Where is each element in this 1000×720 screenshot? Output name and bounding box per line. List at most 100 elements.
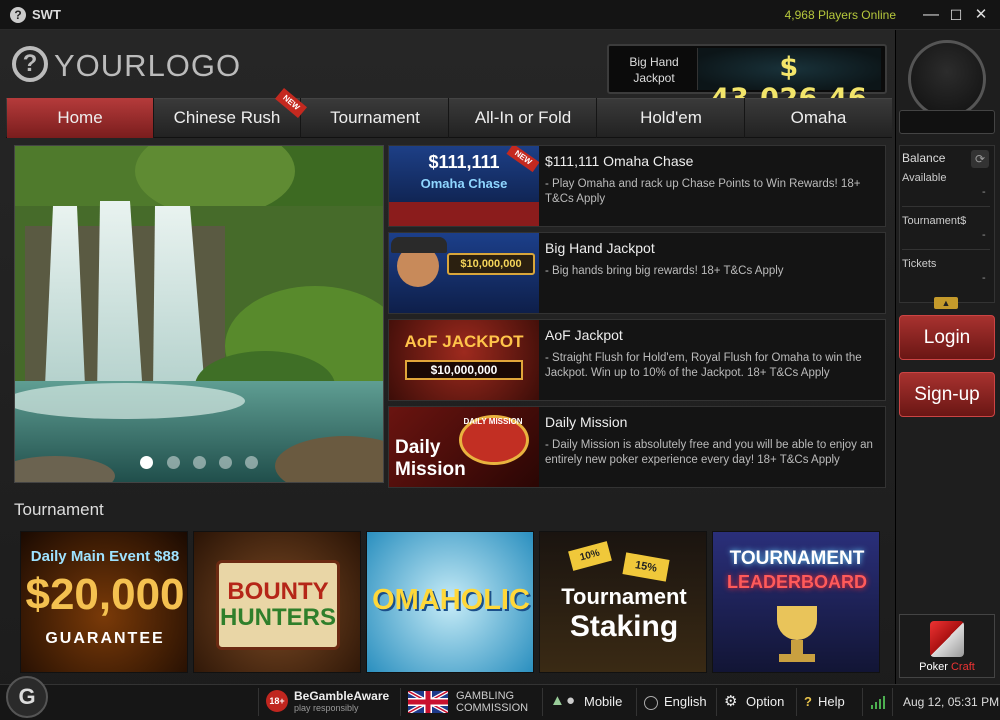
age-18-icon: 18+ [266, 690, 288, 712]
logo-mark-icon: ? [12, 46, 48, 82]
globe-icon [644, 696, 658, 710]
minimize-button[interactable]: — [920, 4, 942, 26]
divider [796, 688, 797, 716]
pokercraft-label: Poker Craft [919, 661, 975, 673]
tickets-value: - [982, 272, 986, 284]
card-text: $20,000 [25, 570, 185, 619]
promo-big-hand-thumb: $10,000,000 [389, 233, 539, 313]
card-text: LEADERBOARD [726, 572, 867, 592]
trophy-icon [777, 606, 817, 640]
card-text: BOUNTY [227, 578, 329, 605]
tournament-card-omaholic[interactable]: OMAHOLIC [366, 531, 534, 673]
username-box [899, 110, 995, 134]
maximize-button[interactable]: ☐ [945, 4, 967, 26]
login-button[interactable]: Login [899, 315, 995, 360]
promo-title: Daily Mission [545, 414, 628, 430]
carousel-dot-2[interactable] [167, 456, 180, 469]
gear-icon: ⚙ [724, 693, 738, 710]
close-button[interactable]: ✕ [970, 4, 992, 26]
tournament-card-leaderboard[interactable]: TOURNAMENT LEADERBOARD [712, 531, 880, 673]
language-selector[interactable]: English [664, 694, 707, 709]
divider [902, 206, 990, 207]
option-button[interactable]: Option [746, 694, 784, 709]
promo-desc: - Daily Mission is absolutely free and y… [545, 439, 873, 466]
begambleaware-sub: play responsibly [294, 703, 359, 713]
help-icon: ? [804, 694, 812, 709]
tickets-label: Tickets [902, 258, 937, 270]
promo-title: AoF Jackpot [545, 327, 623, 343]
promo-desc: - Straight Flush for Hold'em, Royal Flus… [545, 352, 862, 379]
tab-chinese-rush[interactable]: Chinese Rush [154, 98, 301, 138]
promo-title: $111,111 Omaha Chase [545, 153, 694, 169]
players-online: 4,968 Players Online [784, 8, 896, 22]
thumb-text: DAILY MISSION [463, 417, 523, 426]
android-icon: ▲ [550, 692, 565, 709]
carousel-dot-4[interactable] [219, 456, 232, 469]
thumb-text: AoF JACKPOT [404, 332, 524, 351]
promo-daily-mission-thumb: DAILY MISSION Daily Mission [389, 407, 539, 487]
balance-label: Balance [902, 151, 946, 165]
chevron-up-icon[interactable]: ▲ [934, 297, 958, 309]
refresh-icon[interactable]: ⟳ [971, 150, 989, 168]
uk-flag-icon[interactable] [408, 691, 448, 713]
jackpot-label: Big Hand Jackpot [629, 55, 679, 85]
help-button[interactable]: Help [818, 694, 845, 709]
divider [258, 688, 259, 716]
thumb-text: $10,000,000 [405, 360, 523, 380]
divider [542, 688, 543, 716]
thumb-text: Mission [395, 459, 466, 480]
banner-carousel[interactable] [14, 145, 384, 483]
thumb-text: Daily [395, 437, 441, 458]
available-label: Available [902, 172, 947, 184]
begambleaware-link[interactable]: BeGambleAware [294, 689, 389, 703]
thumb-text: Omaha Chase [420, 176, 508, 191]
card-text: HUNTERS [219, 604, 336, 631]
tab-all-in-or-fold[interactable]: All-In or Fold [450, 98, 597, 138]
tab-omaha[interactable]: Omaha [745, 98, 892, 138]
datetime: Aug 12, 05:31 PM [903, 695, 1000, 709]
waterfall-image [15, 146, 383, 482]
carousel-dot-1[interactable] [140, 456, 153, 469]
logo-text: YOURLOGO [54, 48, 242, 83]
pokercraft-icon [930, 621, 964, 657]
card-text: Tournament [561, 584, 687, 609]
card-text: 15% [622, 552, 670, 582]
divider [902, 249, 990, 250]
promo-desc: - Big hands bring big rewards! 18+ T&Cs … [545, 265, 784, 277]
card-text: Staking [569, 610, 679, 643]
tournament-card-daily-main-event[interactable]: Daily Main Event $88 $20,000 GUARANTEE [20, 531, 188, 673]
gambling-commission-text: COMMISSION [456, 702, 529, 714]
thumb-text: $10,000,000 [447, 253, 535, 275]
signup-button[interactable]: Sign-up [899, 372, 995, 417]
tournament-balance-value: - [982, 229, 986, 241]
tournament-heading: Tournament [14, 500, 104, 519]
brand-logo-icon[interactable]: G [6, 676, 48, 718]
divider [892, 688, 893, 716]
divider [716, 688, 717, 716]
promo-title: Big Hand Jackpot [545, 240, 655, 256]
carousel-dot-5[interactable] [245, 456, 258, 469]
divider [636, 688, 637, 716]
gambling-commission-text: GAMBLING [456, 690, 515, 702]
tab-holdem[interactable]: Hold'em [598, 98, 745, 138]
promo-desc: - Play Omaha and rack up Chase Points to… [545, 178, 861, 205]
avatar[interactable] [908, 40, 986, 118]
signal-icon [870, 694, 886, 710]
carousel-dot-3[interactable] [193, 456, 206, 469]
tab-home[interactable]: Home [7, 98, 154, 138]
tournament-card-staking[interactable]: 10% 15% Tournament Staking [539, 531, 707, 673]
mobile-link[interactable]: Mobile [584, 694, 622, 709]
promo-aof-thumb: AoF JACKPOT $10,000,000 [389, 320, 539, 400]
promo-omaha-chase-thumb: $111,111 Omaha Chase NEW [389, 146, 539, 226]
card-text: Daily Main Event $88 [30, 548, 180, 565]
available-value: - [982, 186, 986, 198]
window-title: SWT [32, 7, 61, 22]
divider [862, 688, 863, 716]
card-text: GUARANTEE [45, 630, 165, 647]
tab-tournament[interactable]: Tournament [302, 98, 449, 138]
tournament-balance-label: Tournament$ [902, 215, 967, 227]
card-text: TOURNAMENT [729, 548, 865, 569]
card-text: 10% [568, 541, 612, 571]
tournament-card-bounty-hunters[interactable]: BOUNTY HUNTERS [193, 531, 361, 673]
card-text: OMAHOLIC [372, 584, 530, 616]
